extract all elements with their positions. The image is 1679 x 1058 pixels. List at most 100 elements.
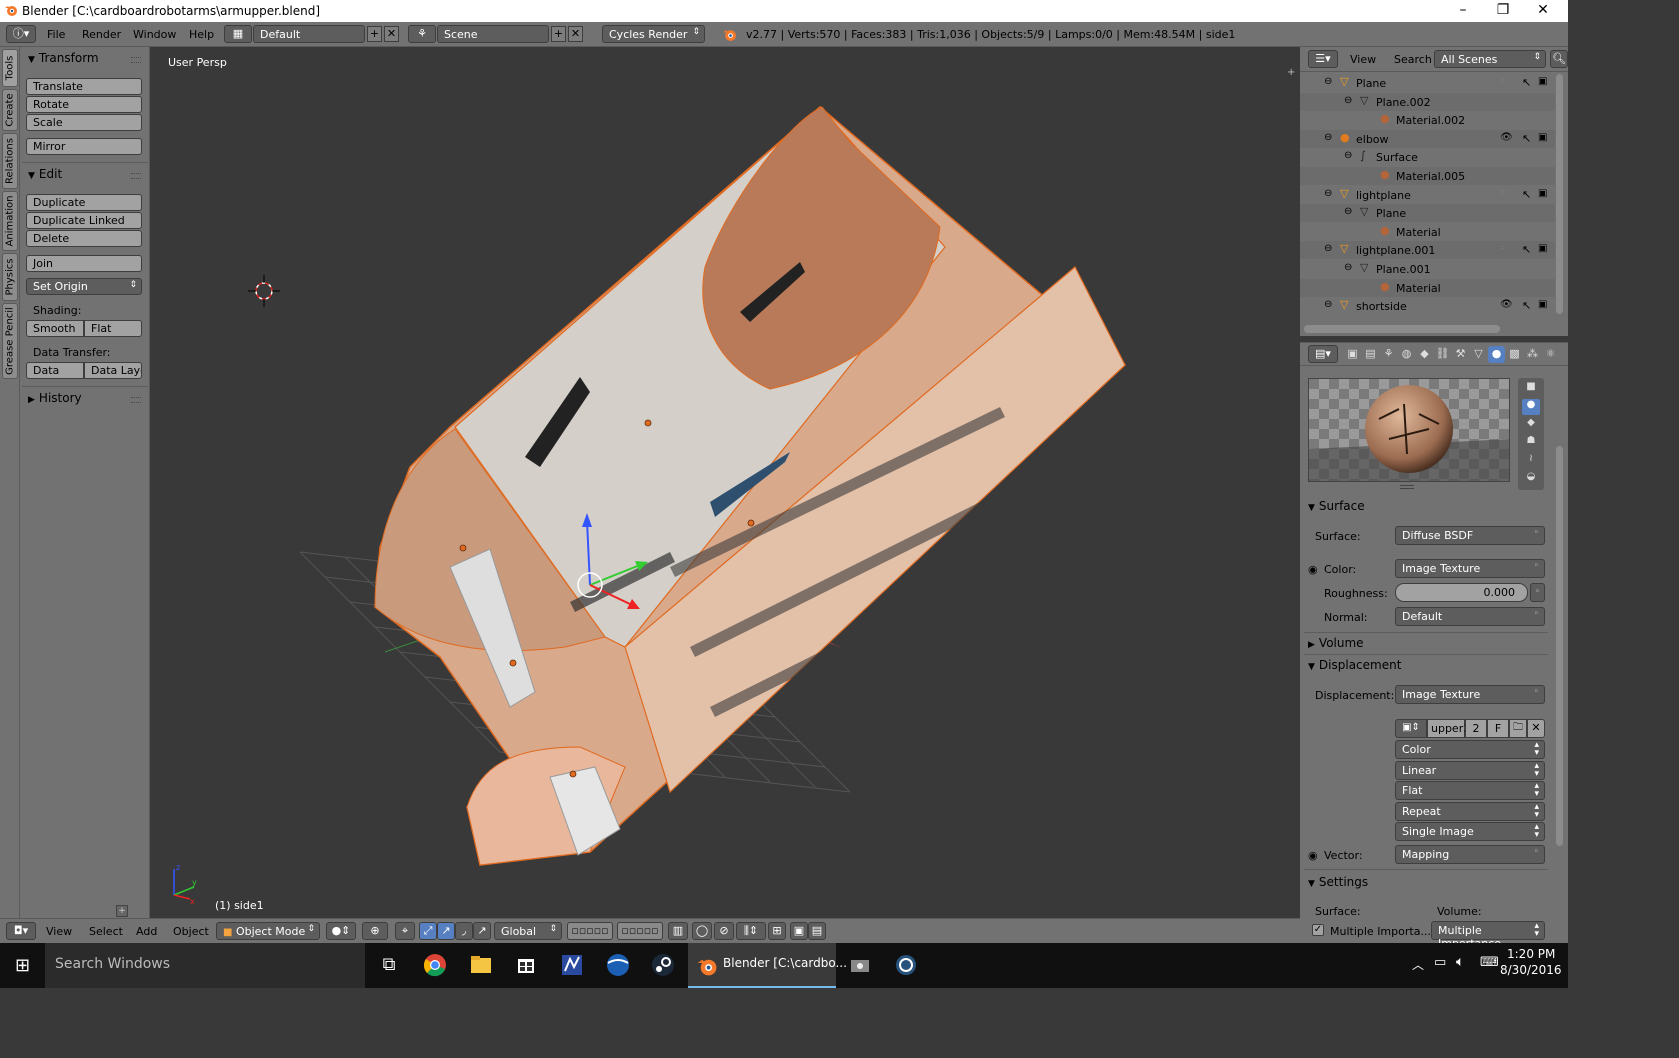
screen-layout-field[interactable]: Default: [253, 25, 365, 43]
preview-hair-button[interactable]: ≀: [1522, 453, 1540, 469]
display-mode-select[interactable]: All Scenes ⇕: [1434, 50, 1546, 68]
menu-help[interactable]: Help: [189, 28, 214, 41]
preview-monkey-button[interactable]: ☗: [1522, 435, 1540, 451]
renderability-camera-icon[interactable]: ▣: [1538, 243, 1547, 254]
selectability-cursor-icon[interactable]: ↖: [1522, 76, 1531, 89]
outliner-item-label[interactable]: Plane.002: [1376, 96, 1431, 109]
volume-icon[interactable]: 🔈︎: [1456, 954, 1464, 970]
image-fake-user-toggle[interactable]: F: [1487, 719, 1509, 738]
expand-collapse-icon[interactable]: ⊖: [1344, 150, 1352, 161]
pivot-point-select[interactable]: ⊕: [362, 922, 388, 940]
tab-tools[interactable]: Tools: [2, 49, 18, 87]
transform-panel-header[interactable]: ▼ Transform: [28, 51, 99, 65]
manipulator-toggle[interactable]: ⌖: [395, 922, 415, 940]
outliner-row[interactable]: ⊖ ▽ Plane ◦ ↖ ▣: [1300, 74, 1555, 92]
proportional-edit-toggle[interactable]: ◯: [692, 922, 712, 940]
close-button[interactable]: ✕: [1520, 0, 1566, 22]
show-hidden-icons-chevron-icon[interactable]: ︿: [1412, 956, 1424, 973]
preview-resize-handle[interactable]: [1400, 485, 1414, 489]
rotate-button[interactable]: Rotate: [26, 96, 142, 113]
snap-element-select[interactable]: ⫼⇕: [736, 922, 766, 940]
outliner-item-label[interactable]: Material: [1396, 282, 1441, 295]
outliner-row[interactable]: ● Material: [1300, 223, 1555, 241]
object-tab[interactable]: ◆: [1416, 346, 1433, 363]
photos-app-icon[interactable]: [846, 951, 874, 979]
texture-tab[interactable]: ▩: [1506, 346, 1523, 363]
preview-world-button[interactable]: ◒: [1522, 471, 1540, 487]
scale-manipulator-toggle[interactable]: ◞: [455, 922, 473, 940]
layers-row-1[interactable]: ▫▫▫▫▫: [567, 922, 613, 940]
interpolation-select[interactable]: Linear ▴ ▾: [1395, 761, 1545, 780]
data-layout-transfer-button[interactable]: Data Layo: [84, 362, 142, 379]
set-origin-select[interactable]: Set Origin ⇕: [26, 278, 142, 295]
editor-type-outliner-button[interactable]: ☰▾: [1308, 50, 1338, 68]
screen-layout-browse-button[interactable]: ▦: [224, 25, 252, 43]
outliner-row[interactable]: ⊖ ▽ Plane.002: [1300, 92, 1555, 111]
duplicate-button[interactable]: Duplicate: [26, 194, 142, 211]
outliner-item-label[interactable]: elbow: [1356, 133, 1389, 146]
menu-view[interactable]: View: [1350, 53, 1376, 66]
image-source-select[interactable]: Single Image ▴ ▾: [1395, 822, 1545, 841]
outliner-item-label[interactable]: Plane: [1356, 77, 1386, 90]
modifiers-tab[interactable]: ⚒: [1452, 346, 1469, 363]
3d-viewport[interactable]: User Persp + z y x (1) side1 +: [116, 47, 1300, 918]
render-layers-tab[interactable]: ▤: [1362, 346, 1379, 363]
preview-cube-button[interactable]: ◆: [1522, 417, 1540, 433]
menu-window[interactable]: Window: [133, 28, 176, 41]
tab-relations[interactable]: Relations: [2, 133, 18, 189]
outliner-row[interactable]: ⊖ ▽ lightplane.001 ◦ ↖ ▣: [1300, 241, 1555, 260]
expand-collapse-icon[interactable]: ⊖: [1344, 95, 1352, 106]
chrome-icon[interactable]: [421, 951, 449, 979]
physics-tab[interactable]: ⚛: [1542, 346, 1559, 363]
panel-grip-icon[interactable]: [131, 57, 141, 63]
data-transfer-button[interactable]: Data: [26, 362, 84, 379]
task-view-icon[interactable]: ⧉: [375, 951, 403, 979]
layer-lock-toggle[interactable]: ▥: [668, 922, 688, 940]
scene-field[interactable]: Scene: [437, 25, 549, 43]
outliner-row[interactable]: ⊖ ● elbow 👁︎ ↖ ▣: [1300, 129, 1555, 148]
render-tab[interactable]: ▣: [1344, 346, 1361, 363]
tab-physics[interactable]: Physics: [2, 253, 18, 301]
translate-button[interactable]: Translate: [26, 78, 142, 95]
tab-create[interactable]: Create: [2, 89, 18, 131]
outliner-item-label[interactable]: Material: [1396, 226, 1441, 239]
menu-file[interactable]: File: [47, 28, 65, 41]
editor-type-properties-button[interactable]: ▤▾: [1308, 345, 1338, 363]
settings-section-header[interactable]: ▼ Settings: [1308, 875, 1550, 895]
outliner-row[interactable]: ⊖ ▽ shortside 👁︎ ↖ ▣: [1300, 297, 1555, 315]
tab-animation[interactable]: Animation: [2, 191, 18, 251]
data-tab[interactable]: ▽: [1470, 346, 1487, 363]
displacement-section-header[interactable]: ▼ Displacement: [1308, 658, 1550, 678]
image-unlink-button[interactable]: ✕: [1527, 719, 1545, 738]
outliner-item-label[interactable]: Material.002: [1396, 114, 1465, 127]
outliner-row[interactable]: ● Material.002: [1300, 111, 1555, 129]
color-input-field[interactable]: Image Texture ◦: [1395, 559, 1545, 578]
outliner-item-label[interactable]: Plane.001: [1376, 263, 1431, 276]
vector-socket-icon[interactable]: ◉: [1308, 849, 1318, 862]
utility-app-icon[interactable]: [892, 951, 920, 979]
add-scene-button[interactable]: +: [551, 26, 566, 42]
outliner-horizontal-scrollbar[interactable]: [1304, 325, 1500, 333]
image-users-count[interactable]: 2: [1465, 719, 1487, 738]
search-button[interactable]: 🔍︎: [1550, 50, 1568, 68]
panel-grip-icon[interactable]: [131, 173, 141, 179]
visibility-eye-icon[interactable]: 👁︎: [1500, 299, 1513, 310]
toolshelf-add-plus-icon[interactable]: +: [116, 905, 128, 917]
delete-button[interactable]: Delete: [26, 230, 142, 247]
outliner-item-label[interactable]: shortside: [1356, 300, 1407, 313]
scale-manipulator-alt-toggle[interactable]: ↗: [473, 922, 491, 940]
shade-smooth-button[interactable]: Smooth: [26, 320, 84, 337]
3d-cursor-icon[interactable]: [248, 275, 280, 307]
render-opengl-button[interactable]: ▣: [790, 922, 808, 940]
color-mode-select[interactable]: Color ▴ ▾: [1395, 740, 1545, 759]
image-name-field[interactable]: upper3: [1427, 719, 1470, 738]
transform-orientation-select[interactable]: Global ⇕: [494, 922, 562, 940]
preview-flat-button[interactable]: ■: [1522, 381, 1540, 397]
displacement-input-field[interactable]: Image Texture ◦: [1395, 685, 1545, 704]
history-panel-header[interactable]: ▶ History: [28, 391, 82, 405]
extension-select[interactable]: Repeat ▴ ▾: [1395, 802, 1545, 821]
translate-manipulator-toggle[interactable]: ⤢: [419, 922, 437, 940]
visibility-eye-icon[interactable]: ◦: [1500, 76, 1506, 87]
scene-browse-button[interactable]: ⚘: [408, 25, 436, 43]
scene-tab[interactable]: ⚘: [1380, 346, 1397, 363]
